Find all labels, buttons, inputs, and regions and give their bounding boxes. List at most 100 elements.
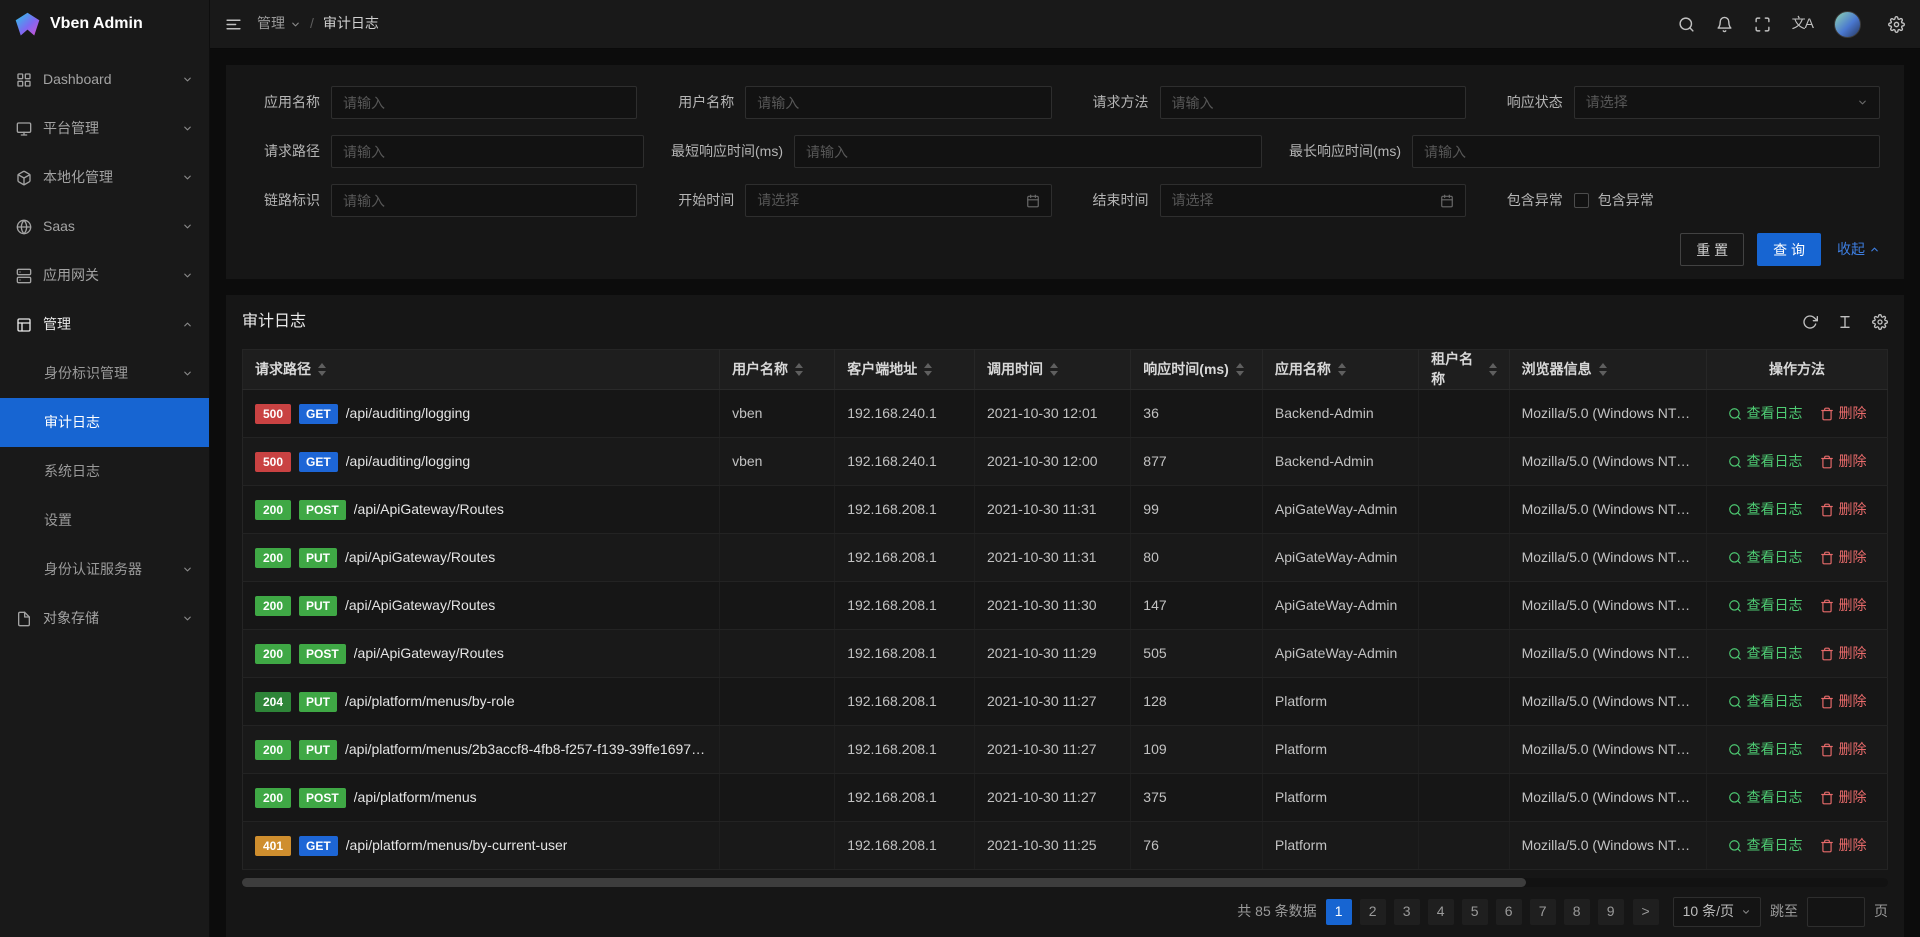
filter-date-picker[interactable]: 请选择 — [1160, 184, 1466, 217]
column-header[interactable]: 客户端地址 — [835, 350, 975, 390]
horizontal-scrollbar[interactable] — [242, 878, 1888, 887]
sidebar-subitem[interactable]: 身份认证服务器 — [0, 545, 209, 594]
sidebar-item[interactable]: 本地化管理 — [0, 153, 209, 202]
sort-icon[interactable] — [1236, 363, 1244, 376]
view-log-button[interactable]: 查看日志 — [1728, 740, 1803, 760]
view-log-button[interactable]: 查看日志 — [1728, 644, 1803, 664]
notification-bell-icon[interactable] — [1716, 16, 1733, 33]
status-badge: 200 — [255, 500, 291, 520]
menu-fold-icon[interactable] — [225, 16, 242, 33]
call-time-cell: 2021-10-30 12:00 — [975, 438, 1131, 486]
avatar[interactable] — [1834, 11, 1861, 38]
filter-select[interactable]: 请选择 — [1574, 86, 1880, 119]
response-time-cell: 375 — [1131, 774, 1263, 822]
column-header[interactable]: 租户名称 — [1419, 350, 1509, 390]
request-path: /api/platform/menus/by-current-user — [346, 836, 568, 856]
logo[interactable]: Vben Admin — [0, 0, 209, 49]
sidebar-subitem[interactable]: 身份标识管理 — [0, 349, 209, 398]
row-height-icon[interactable] — [1837, 314, 1853, 330]
page-button[interactable]: 6 — [1496, 899, 1522, 925]
delete-button[interactable]: 删除 — [1820, 500, 1867, 520]
delete-button[interactable]: 删除 — [1820, 404, 1867, 424]
delete-button[interactable]: 删除 — [1820, 836, 1867, 856]
sidebar-item[interactable]: 管理 — [0, 300, 209, 349]
settings-gear-icon[interactable] — [1888, 16, 1905, 33]
delete-button[interactable]: 删除 — [1820, 740, 1867, 760]
column-header[interactable]: 用户名称 — [720, 350, 835, 390]
delete-button[interactable]: 删除 — [1820, 596, 1867, 616]
breadcrumb-root[interactable]: 管理 — [257, 14, 301, 34]
sidebar-item[interactable]: 应用网关 — [0, 251, 209, 300]
next-page-button[interactable]: > — [1633, 899, 1659, 925]
delete-button[interactable]: 删除 — [1820, 692, 1867, 712]
filter-date-picker[interactable]: 请选择 — [745, 184, 1051, 217]
view-log-button[interactable]: 查看日志 — [1728, 500, 1803, 520]
filter-input[interactable] — [1160, 86, 1466, 119]
page-button[interactable]: 5 — [1462, 899, 1488, 925]
filter-input[interactable] — [331, 184, 637, 217]
refresh-icon[interactable] — [1802, 314, 1818, 330]
column-header[interactable]: 浏览器信息 — [1509, 350, 1706, 390]
page-button[interactable]: 9 — [1598, 899, 1624, 925]
method-badge: PUT — [299, 692, 337, 712]
sidebar-subitem[interactable]: 审计日志 — [0, 398, 209, 447]
filter-input[interactable] — [794, 135, 1262, 168]
page-button[interactable]: 7 — [1530, 899, 1556, 925]
sort-icon[interactable] — [1338, 363, 1346, 376]
page-size-select[interactable]: 10 条/页 — [1673, 897, 1761, 927]
include-exception-checkbox[interactable] — [1574, 193, 1589, 208]
sort-icon[interactable] — [318, 363, 326, 376]
sidebar-item[interactable]: 对象存储 — [0, 594, 209, 643]
page-button[interactable]: 2 — [1360, 899, 1386, 925]
view-log-button[interactable]: 查看日志 — [1728, 692, 1803, 712]
sort-icon[interactable] — [1599, 363, 1607, 376]
sort-icon[interactable] — [795, 363, 803, 376]
view-log-button[interactable]: 查看日志 — [1728, 548, 1803, 568]
view-log-button[interactable]: 查看日志 — [1728, 452, 1803, 472]
page-button[interactable]: 1 — [1326, 899, 1352, 925]
sort-icon[interactable] — [1489, 363, 1497, 376]
delete-button[interactable]: 删除 — [1820, 548, 1867, 568]
breadcrumb-current: 审计日志 — [323, 14, 379, 34]
view-log-button[interactable]: 查看日志 — [1728, 836, 1803, 856]
breadcrumb-separator: / — [310, 14, 314, 34]
page-button[interactable]: 4 — [1428, 899, 1454, 925]
fullscreen-icon[interactable] — [1754, 16, 1771, 33]
sort-icon[interactable] — [924, 363, 932, 376]
search-icon[interactable] — [1678, 16, 1695, 33]
collapse-link[interactable]: 收起 — [1837, 240, 1880, 260]
chevron-down-icon — [182, 270, 193, 281]
page-button[interactable]: 8 — [1564, 899, 1590, 925]
sidebar-subitem[interactable]: 系统日志 — [0, 447, 209, 496]
delete-button[interactable]: 删除 — [1820, 452, 1867, 472]
delete-button[interactable]: 删除 — [1820, 644, 1867, 664]
language-icon[interactable]: 文A — [1792, 14, 1813, 34]
column-header[interactable]: 调用时间 — [975, 350, 1131, 390]
sidebar-item[interactable]: Dashboard — [0, 55, 209, 104]
sidebar-subitem[interactable]: 设置 — [0, 496, 209, 545]
filter-input[interactable] — [331, 135, 644, 168]
delete-button[interactable]: 删除 — [1820, 788, 1867, 808]
response-time-cell: 877 — [1131, 438, 1263, 486]
column-header[interactable]: 响应时间(ms) — [1131, 350, 1263, 390]
page-button[interactable]: 3 — [1394, 899, 1420, 925]
sidebar-item[interactable]: Saas — [0, 202, 209, 251]
view-log-button[interactable]: 查看日志 — [1728, 596, 1803, 616]
filter-field: 结束时间请选择 — [1079, 184, 1466, 217]
view-log-button[interactable]: 查看日志 — [1728, 404, 1803, 424]
reset-button[interactable]: 重 置 — [1680, 233, 1744, 266]
filter-input[interactable] — [331, 86, 637, 119]
column-settings-gear-icon[interactable] — [1872, 314, 1888, 330]
sidebar-item[interactable]: 平台管理 — [0, 104, 209, 153]
view-log-button[interactable]: 查看日志 — [1728, 788, 1803, 808]
sort-icon[interactable] — [1050, 363, 1058, 376]
query-button[interactable]: 查 询 — [1757, 233, 1821, 266]
filter-input[interactable] — [1412, 135, 1880, 168]
response-time-cell: 505 — [1131, 630, 1263, 678]
column-header[interactable]: 应用名称 — [1262, 350, 1418, 390]
scrollbar-thumb[interactable] — [242, 878, 1526, 887]
filter-input[interactable] — [745, 86, 1051, 119]
column-header[interactable]: 请求路径 — [243, 350, 720, 390]
page-content: 应用名称用户名称请求方法响应状态请选择请求路径最短响应时间(ms)最长响应时间(… — [210, 49, 1920, 937]
jump-page-input[interactable] — [1807, 897, 1865, 927]
